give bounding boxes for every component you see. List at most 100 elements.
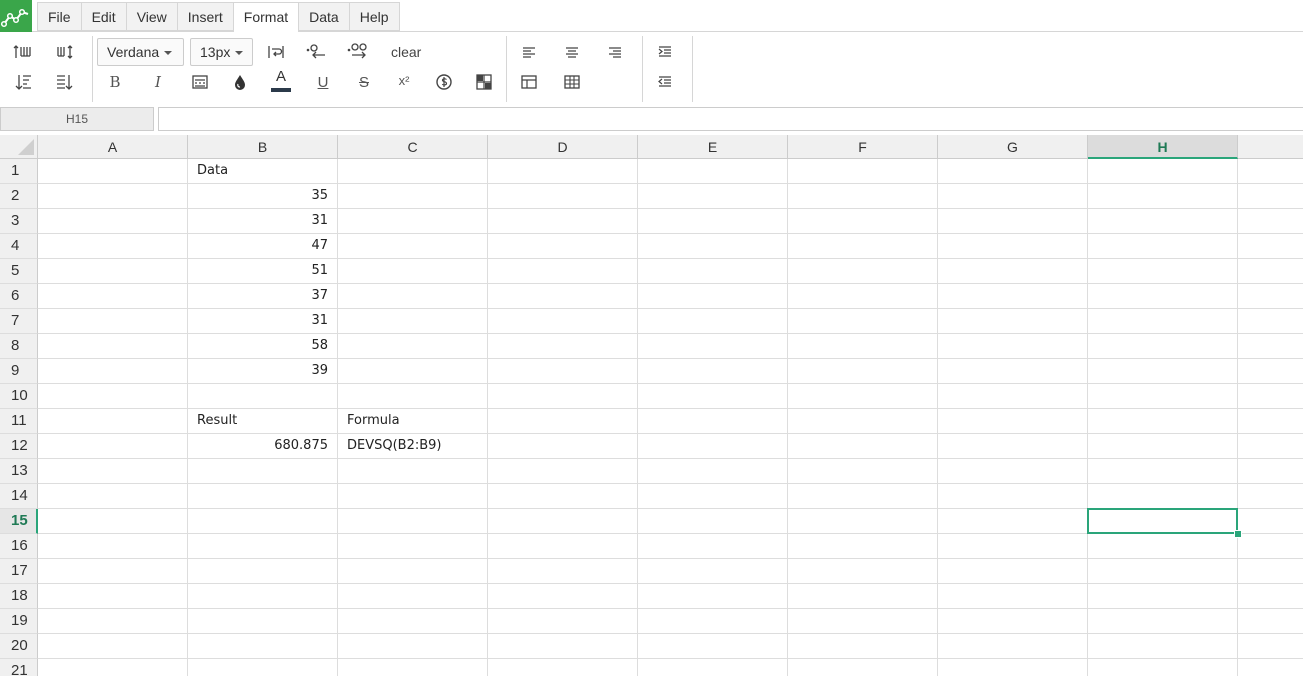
font-size-select[interactable]: 13px (190, 38, 253, 66)
cell-f13[interactable] (788, 459, 938, 484)
underline-icon[interactable]: U (310, 70, 336, 94)
cell-e19[interactable] (638, 609, 788, 634)
decrease-decimals-icon[interactable] (303, 38, 329, 62)
cell-a16[interactable] (38, 534, 188, 559)
column-header-g[interactable]: G (938, 135, 1088, 159)
italic-icon[interactable]: I (145, 70, 171, 94)
cell-d2[interactable] (488, 184, 638, 209)
cell-g11[interactable] (938, 409, 1088, 434)
cell-reference-box[interactable]: H15 (0, 107, 154, 131)
row-header-11[interactable]: 11 (0, 409, 38, 434)
cell-h4[interactable] (1088, 234, 1238, 259)
cell-b15[interactable] (188, 509, 338, 534)
cell-f1[interactable] (788, 159, 938, 184)
row-header-8[interactable]: 8 (0, 334, 38, 359)
cell-a11[interactable] (38, 409, 188, 434)
menu-view[interactable]: View (125, 2, 177, 31)
cell-a18[interactable] (38, 584, 188, 609)
cell-e3[interactable] (638, 209, 788, 234)
menu-file[interactable]: File (37, 2, 81, 31)
cell-e6[interactable] (638, 284, 788, 309)
row-header-10[interactable]: 10 (0, 384, 38, 409)
text-color-icon[interactable]: A (268, 68, 294, 92)
cell-d11[interactable] (488, 409, 638, 434)
row-header-16[interactable]: 16 (0, 534, 38, 559)
cell-c17[interactable] (338, 559, 488, 584)
row-header-2[interactable]: 2 (0, 184, 38, 209)
cell-b3[interactable]: 31 (188, 209, 338, 234)
cell-g16[interactable] (938, 534, 1088, 559)
cell-h17[interactable] (1088, 559, 1238, 584)
row-height-icon[interactable] (52, 40, 78, 64)
cell-g15[interactable] (938, 509, 1088, 534)
cell-c10[interactable] (338, 384, 488, 409)
cell-e11[interactable] (638, 409, 788, 434)
cell-f6[interactable] (788, 284, 938, 309)
cell-d18[interactable] (488, 584, 638, 609)
cell-g18[interactable] (938, 584, 1088, 609)
cell-c21[interactable] (338, 659, 488, 676)
cell-a8[interactable] (38, 334, 188, 359)
cell-c15[interactable] (338, 509, 488, 534)
cell-c14[interactable] (338, 484, 488, 509)
menu-insert[interactable]: Insert (176, 2, 233, 31)
cell-c6[interactable] (338, 284, 488, 309)
currency-icon[interactable] (431, 70, 457, 94)
cell-f19[interactable] (788, 609, 938, 634)
cell-c9[interactable] (338, 359, 488, 384)
menu-help[interactable]: Help (348, 2, 400, 31)
cell-h11[interactable] (1088, 409, 1238, 434)
cell-h9[interactable] (1088, 359, 1238, 384)
cell-b21[interactable] (188, 659, 338, 676)
cell-g19[interactable] (938, 609, 1088, 634)
cell-g3[interactable] (938, 209, 1088, 234)
cell-g13[interactable] (938, 459, 1088, 484)
indent-increase-icon[interactable] (652, 40, 678, 64)
cell-f9[interactable] (788, 359, 938, 384)
cell-e18[interactable] (638, 584, 788, 609)
cell-b1[interactable]: Data (188, 159, 338, 184)
cell-e5[interactable] (638, 259, 788, 284)
cell-c18[interactable] (338, 584, 488, 609)
cell-d8[interactable] (488, 334, 638, 359)
cell-f11[interactable] (788, 409, 938, 434)
cell-c12[interactable]: DEVSQ(B2:B9) (338, 434, 488, 459)
cell-c19[interactable] (338, 609, 488, 634)
cell-b8[interactable]: 58 (188, 334, 338, 359)
cell-b20[interactable] (188, 634, 338, 659)
sort-asc-icon[interactable] (10, 70, 36, 94)
strikethrough-icon[interactable]: S (351, 70, 377, 94)
cell-h10[interactable] (1088, 384, 1238, 409)
cell-a21[interactable] (38, 659, 188, 676)
cell-d9[interactable] (488, 359, 638, 384)
bold-icon[interactable]: B (102, 70, 128, 94)
merge-cells-icon[interactable] (471, 70, 497, 94)
cell-h14[interactable] (1088, 484, 1238, 509)
cell-f7[interactable] (788, 309, 938, 334)
indent-decrease-icon[interactable] (652, 70, 678, 94)
cell-f18[interactable] (788, 584, 938, 609)
column-header-f[interactable]: F (788, 135, 938, 159)
row-header-20[interactable]: 20 (0, 634, 38, 659)
cell-f16[interactable] (788, 534, 938, 559)
cell-d15[interactable] (488, 509, 638, 534)
cell-c5[interactable] (338, 259, 488, 284)
row-header-9[interactable]: 9 (0, 359, 38, 384)
cell-a12[interactable] (38, 434, 188, 459)
cell-h6[interactable] (1088, 284, 1238, 309)
row-header-17[interactable]: 17 (0, 559, 38, 584)
cell-d21[interactable] (488, 659, 638, 676)
column-width-icon[interactable] (10, 40, 36, 64)
cell-g9[interactable] (938, 359, 1088, 384)
cell-a20[interactable] (38, 634, 188, 659)
column-header-a[interactable]: A (38, 135, 188, 159)
cell-h2[interactable] (1088, 184, 1238, 209)
row-header-12[interactable]: 12 (0, 434, 38, 459)
cell-h19[interactable] (1088, 609, 1238, 634)
column-header-h[interactable]: H (1088, 135, 1238, 159)
cell-g17[interactable] (938, 559, 1088, 584)
cell-f17[interactable] (788, 559, 938, 584)
formula-input[interactable] (158, 107, 1303, 131)
cell-g12[interactable] (938, 434, 1088, 459)
cell-e15[interactable] (638, 509, 788, 534)
